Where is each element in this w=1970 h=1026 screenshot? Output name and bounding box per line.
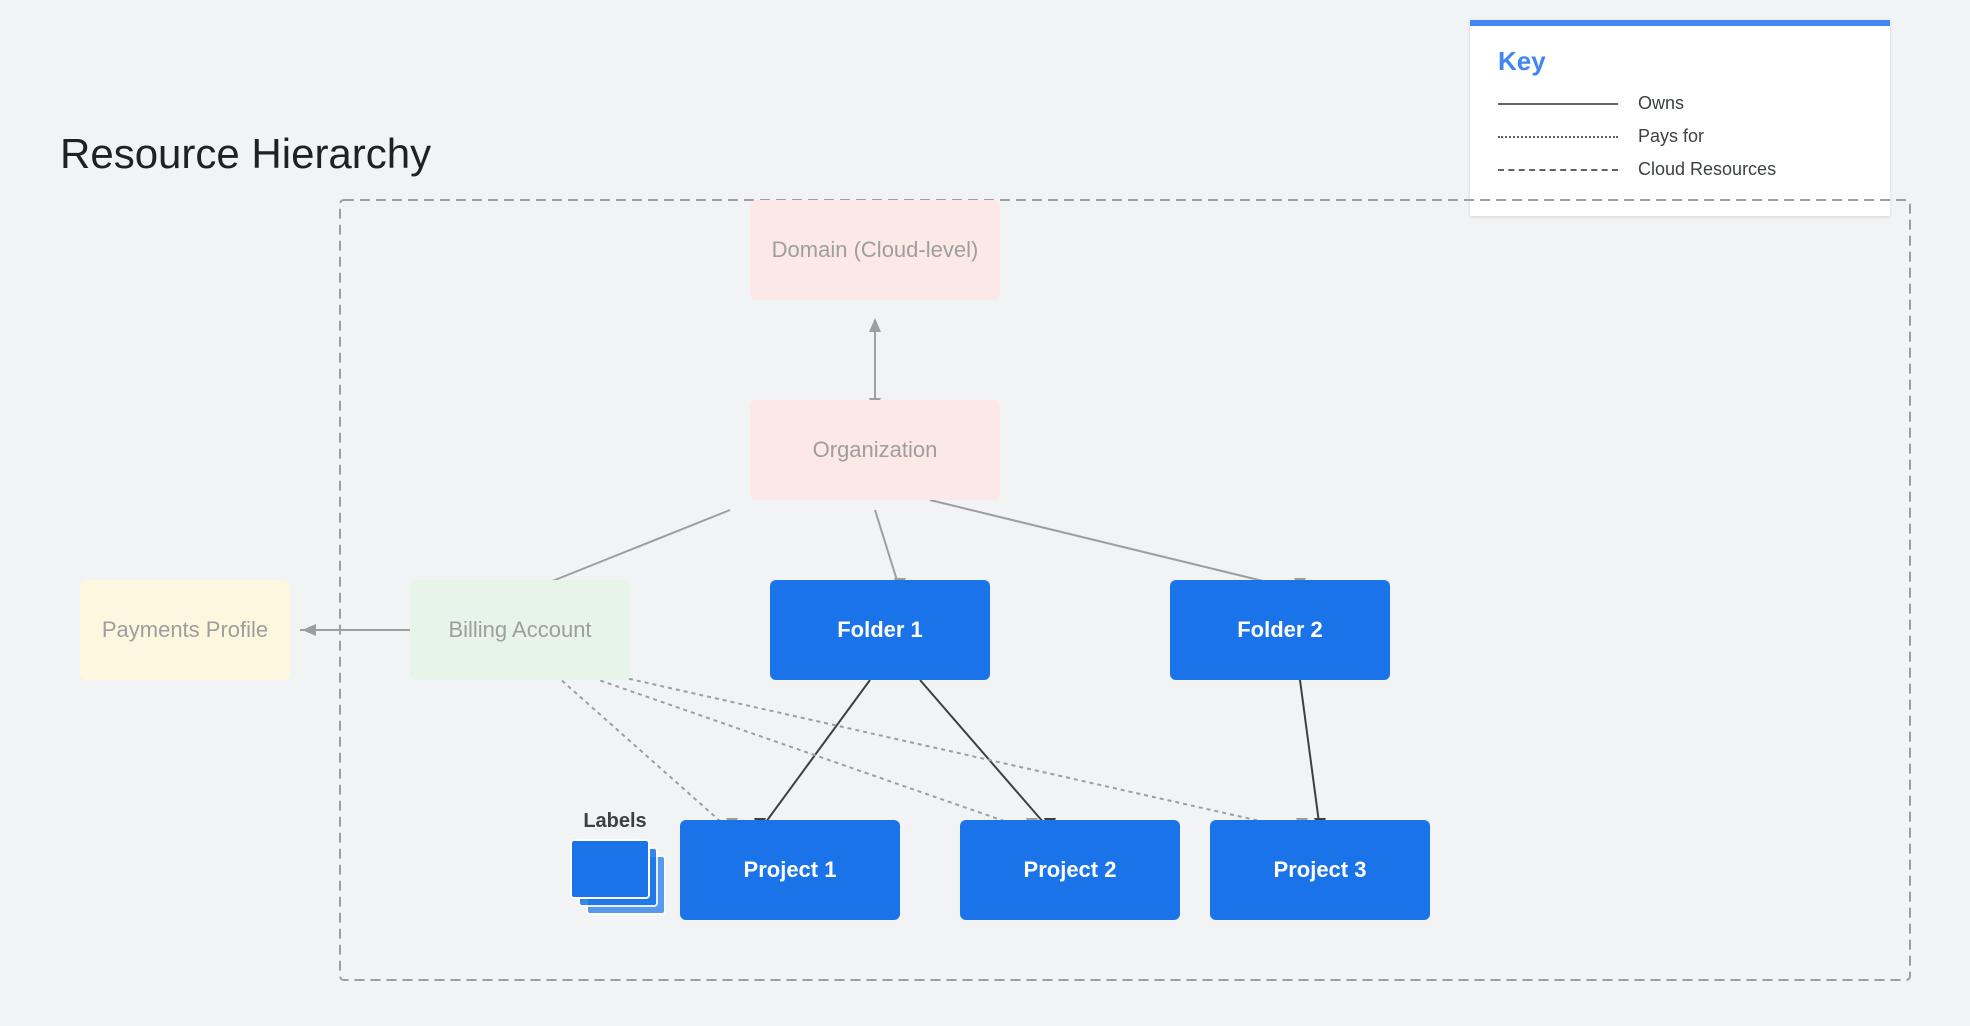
project1-label: Project 1: [744, 857, 837, 883]
project3-label: Project 3: [1274, 857, 1367, 883]
folder1-label: Folder 1: [837, 617, 923, 643]
key-label-owns: Owns: [1638, 93, 1684, 114]
project3-node: Project 3: [1210, 820, 1430, 920]
folder1-node: Folder 1: [770, 580, 990, 680]
organization-label: Organization: [813, 437, 938, 463]
project2-node: Project 2: [960, 820, 1180, 920]
project1-node: Project 1: [680, 820, 900, 920]
folder2-label: Folder 2: [1237, 617, 1323, 643]
project2-label: Project 2: [1024, 857, 1117, 883]
key-line-dotted: [1498, 136, 1618, 138]
diagram: Domain (Cloud-level) Organization Billin…: [30, 170, 1940, 996]
payments-profile-label: Payments Profile: [102, 617, 268, 643]
labels-group: Labels: [570, 810, 660, 919]
billing-account-node: Billing Account: [410, 580, 630, 680]
stack-card-1: [570, 839, 650, 899]
key-line-solid: [1498, 103, 1618, 105]
project-stack: [570, 839, 660, 919]
key-title: Key: [1498, 46, 1862, 77]
domain-node: Domain (Cloud-level): [750, 200, 1000, 300]
domain-label: Domain (Cloud-level): [772, 237, 979, 263]
key-label-pays-for: Pays for: [1638, 126, 1704, 147]
key-item-owns: Owns: [1498, 93, 1862, 114]
key-item-pays-for: Pays for: [1498, 126, 1862, 147]
organization-node: Organization: [750, 400, 1000, 500]
labels-text: Labels: [570, 810, 660, 833]
billing-account-label: Billing Account: [448, 617, 591, 643]
folder2-node: Folder 2: [1170, 580, 1390, 680]
payments-profile-node: Payments Profile: [80, 580, 290, 680]
